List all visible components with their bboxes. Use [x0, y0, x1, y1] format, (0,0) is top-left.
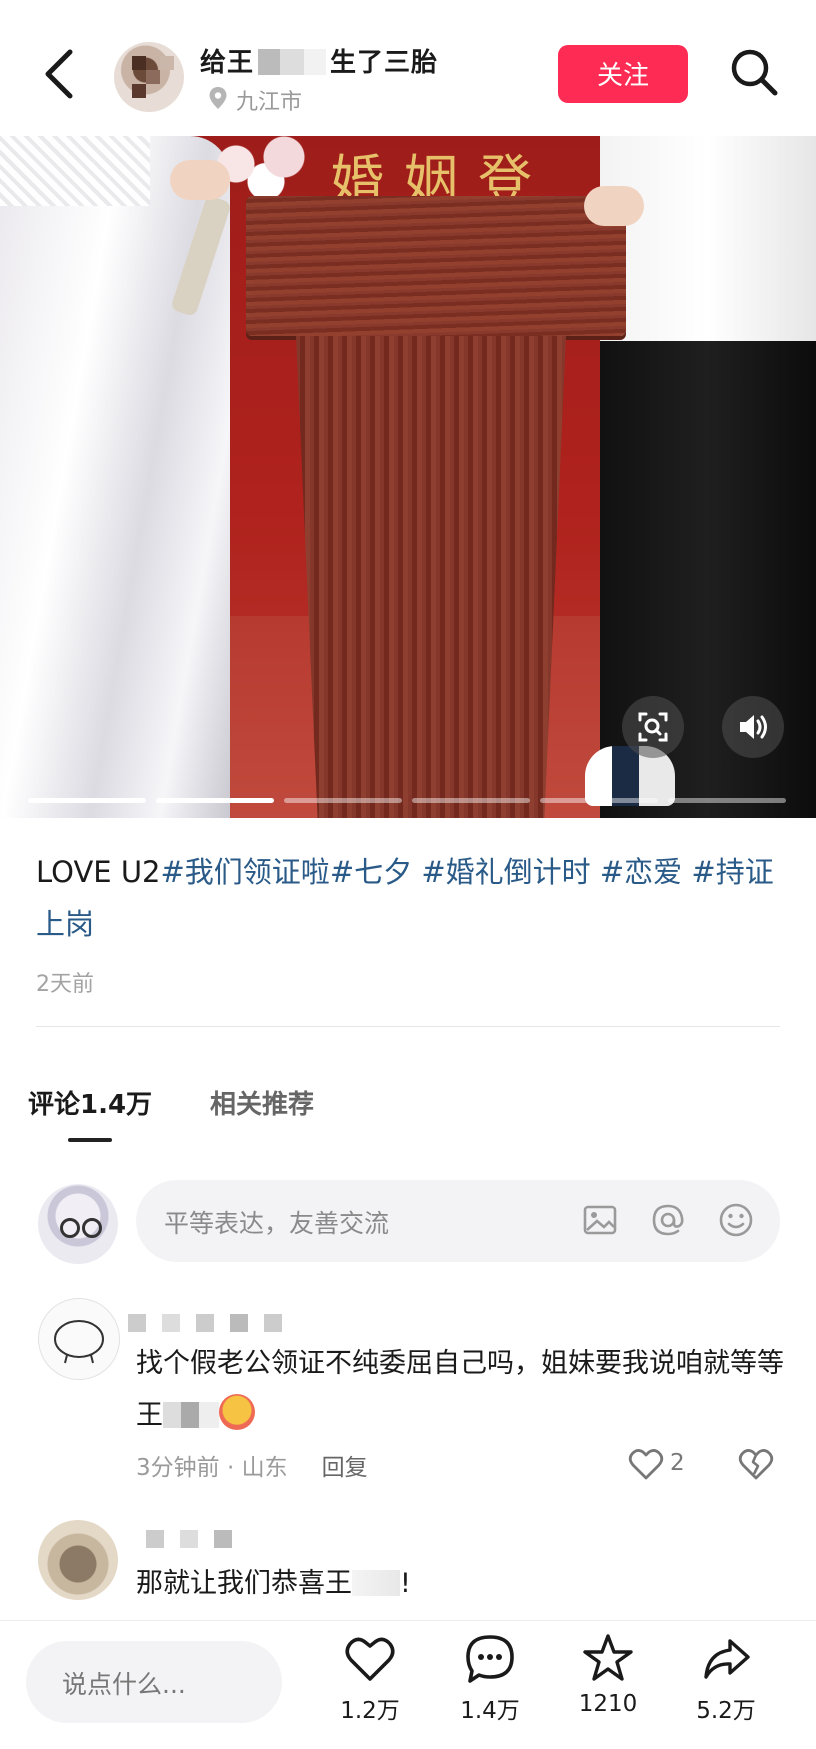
- comment-body: 那就让我们恭喜王: [136, 1568, 352, 1599]
- comment-text: 那就让我们恭喜王!: [136, 1558, 796, 1610]
- say-something-input[interactable]: 说点什么...: [26, 1641, 282, 1723]
- share-count: 5.2万: [696, 1698, 756, 1724]
- comment-like-count: 2: [670, 1450, 685, 1476]
- commenter-avatar[interactable]: [38, 1298, 120, 1380]
- comment-time-location: 3分钟前 · 山东: [136, 1455, 288, 1481]
- comment-input[interactable]: 平等表达，友善交流: [136, 1180, 780, 1262]
- mosaic-redaction: [352, 1570, 400, 1596]
- scan-search-icon: [638, 712, 668, 742]
- photo-groom-shirt: [600, 136, 816, 346]
- tab-related[interactable]: 相关推荐: [210, 1084, 314, 1121]
- sound-toggle-button[interactable]: [722, 696, 784, 758]
- caption-text: LOVE U2: [36, 855, 161, 889]
- say-placeholder: 说点什么...: [62, 1670, 186, 1699]
- author-name-prefix: 给王: [200, 48, 255, 78]
- hashtag[interactable]: #我们领证啦: [161, 855, 330, 889]
- comment-bubble-icon[interactable]: [462, 1631, 518, 1687]
- hashtag[interactable]: #七夕: [330, 855, 412, 889]
- carousel-dot: [412, 798, 530, 803]
- share-arrow-icon[interactable]: [698, 1631, 754, 1687]
- speaker-icon: [740, 715, 767, 739]
- avatar-glasses: [82, 1218, 102, 1238]
- follow-button[interactable]: 关注: [558, 45, 688, 103]
- comment-text: 找个假老公领证不纯委屈自己吗，姐妹要我说咱就等等王: [136, 1338, 796, 1442]
- favorite-count: 1210: [578, 1691, 638, 1717]
- tab-comments[interactable]: 评论1.4万: [28, 1084, 152, 1121]
- photo-hand-left: [170, 160, 230, 200]
- top-bar: 给王 生了三胎 九江市 关注: [0, 0, 816, 136]
- author-avatar[interactable]: [114, 42, 184, 112]
- image-search-button[interactable]: [622, 696, 684, 758]
- post-caption: LOVE U2#我们领证啦#七夕 #婚礼倒计时 #恋爱 #持证上岗: [36, 846, 776, 950]
- doodle-face-icon: [54, 1320, 104, 1364]
- my-avatar: [38, 1184, 118, 1264]
- photo-lace-sleeve: [0, 136, 150, 206]
- author-name-suffix: 生了三胎: [330, 48, 439, 78]
- photo-podium-top: [246, 196, 626, 336]
- broken-heart-icon[interactable]: [736, 1444, 776, 1484]
- bottom-action-bar: 说点什么... 1.2万 1.4万 1210 5.2万: [0, 1620, 816, 1749]
- comment-input-placeholder: 平等表达，友善交流: [164, 1209, 390, 1238]
- hashtag[interactable]: #婚礼倒计时: [412, 855, 590, 889]
- post-image-carousel[interactable]: 婚姻登: [0, 136, 816, 818]
- author-location: 九江市: [208, 84, 302, 116]
- photo-podium-body: [296, 336, 566, 818]
- carousel-dot: [156, 798, 274, 803]
- mosaic-redaction: [163, 1402, 219, 1428]
- location-pin-icon: [209, 87, 227, 109]
- commenter-name-redacted: [128, 1314, 298, 1336]
- search-icon[interactable]: [728, 46, 780, 98]
- star-icon[interactable]: [580, 1631, 636, 1687]
- carousel-dot: [284, 798, 402, 803]
- emoji-icon[interactable]: [716, 1200, 756, 1240]
- reply-button[interactable]: 回复: [322, 1455, 368, 1481]
- avatar-glasses: [60, 1218, 80, 1238]
- heart-icon[interactable]: [626, 1444, 666, 1484]
- commenter-avatar[interactable]: [38, 1520, 118, 1600]
- comment-meta: 3分钟前 · 山东 回复: [136, 1448, 368, 1482]
- carousel-indicator: [28, 798, 788, 803]
- like-heart-icon[interactable]: [342, 1631, 398, 1687]
- active-tab-indicator: [68, 1138, 112, 1142]
- location-text: 九江市: [236, 90, 303, 115]
- back-arrow-icon[interactable]: [40, 46, 80, 102]
- like-count: 1.2万: [340, 1698, 400, 1724]
- hashtag[interactable]: #恋爱: [591, 855, 682, 889]
- hug-emoji-icon: [219, 1394, 255, 1430]
- post-time: 2天前: [36, 972, 94, 997]
- image-icon[interactable]: [580, 1200, 620, 1240]
- comment-count: 1.4万: [460, 1698, 520, 1724]
- carousel-dot: [28, 798, 146, 803]
- author-name[interactable]: 给王 生了三胎: [200, 42, 438, 79]
- commenter-name-redacted: [146, 1530, 248, 1552]
- divider: [36, 1026, 780, 1027]
- carousel-dot: [540, 798, 658, 803]
- at-mention-icon[interactable]: [648, 1200, 688, 1240]
- carousel-dot: [668, 798, 786, 803]
- photo-hand-right: [584, 186, 644, 226]
- mosaic-redaction: [258, 49, 327, 75]
- comment-body-end: !: [400, 1568, 411, 1599]
